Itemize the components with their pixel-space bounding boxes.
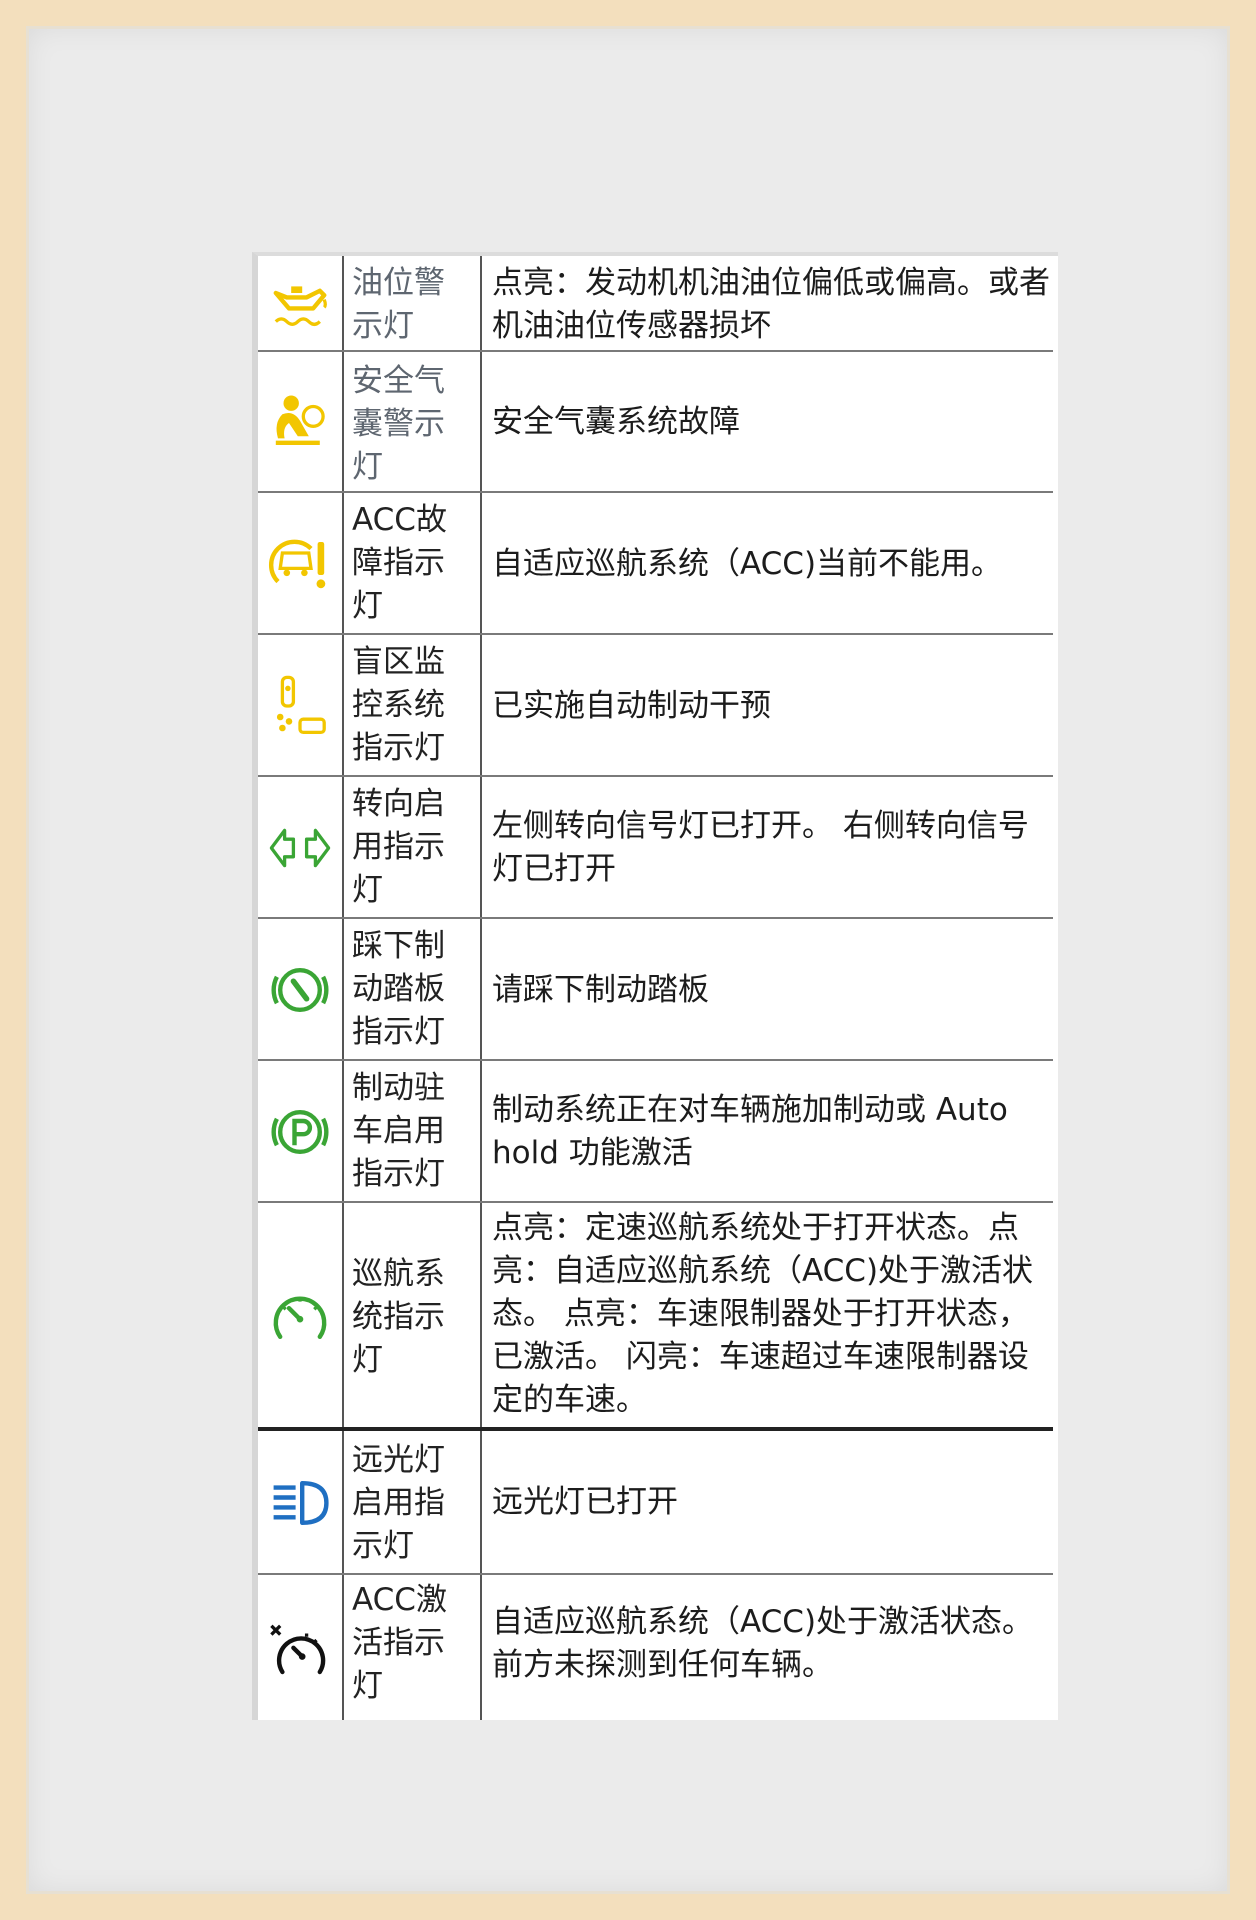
indicator-description: 安全气囊系统故障 [492, 404, 740, 440]
indicator-description: 已实施自动制动干预 [492, 688, 771, 724]
acc-fault-icon [258, 493, 342, 635]
press-brake-pedal-icon [258, 919, 342, 1061]
table-row: 远光灯启用指示灯 远光灯已打开 [258, 1431, 1058, 1575]
airbag-warning-icon [258, 352, 342, 493]
photo-frame: 油位警示灯 点亮：发动机机油油位偏低或偏高。或者机油油位传感器损坏 安全气囊警示… [26, 26, 1230, 1894]
table-row: 巡航系统指示灯 点亮：定速巡航系统处于打开状态。点亮：自适应巡航系统（ACC)处… [258, 1203, 1058, 1431]
indicator-name: 制动驻车启用指示灯 [352, 1070, 445, 1192]
indicator-name: 踩下制动踏板指示灯 [352, 928, 445, 1050]
indicator-name: ACC激活指示灯 [352, 1582, 447, 1704]
indicator-name: 盲区监控系统指示灯 [352, 644, 445, 766]
table-row: 盲区监控系统指示灯 已实施自动制动干预 [258, 635, 1058, 777]
turn-signal-icon [258, 777, 342, 919]
indicator-description: 点亮：发动机机油油位偏低或偏高。或者机油油位传感器损坏 [492, 265, 1050, 344]
indicator-name: 远光灯启用指示灯 [352, 1442, 445, 1564]
indicator-table: 油位警示灯 点亮：发动机机油油位偏低或偏高。或者机油油位传感器损坏 安全气囊警示… [252, 252, 1058, 1720]
cruise-control-icon [258, 1203, 342, 1431]
indicator-description: 制动系统正在对车辆施加制动或 Auto hold 功能激活 [492, 1092, 1008, 1171]
table-row: 踩下制动踏板指示灯 请踩下制动踏板 [258, 919, 1058, 1061]
indicator-description: 左侧转向信号灯已打开。 右侧转向信号灯已打开 [492, 808, 1029, 887]
indicator-name: 安全气囊警示灯 [352, 363, 445, 485]
high-beam-icon [258, 1431, 342, 1575]
table-row: 转向启用指示灯 左侧转向信号灯已打开。 右侧转向信号灯已打开 [258, 777, 1058, 919]
table-row: ACC激活指示灯 自适应巡航系统（ACC)处于激活状态。前方未探测到任何车辆。 [258, 1575, 1058, 1720]
indicator-description: 点亮：定速巡航系统处于打开状态。点亮：自适应巡航系统（ACC)处于激活状态。 点… [492, 1210, 1034, 1418]
indicator-name: ACC故障指示灯 [352, 502, 447, 624]
indicator-description: 自适应巡航系统（ACC)当前不能用。 [492, 546, 1003, 582]
indicator-name: 巡航系统指示灯 [352, 1256, 445, 1378]
indicator-description: 自适应巡航系统（ACC)处于激活状态。前方未探测到任何车辆。 [492, 1604, 1034, 1683]
table-row: 安全气囊警示灯 安全气囊系统故障 [258, 352, 1058, 493]
acc-active-icon [258, 1575, 342, 1720]
table-row: 油位警示灯 点亮：发动机机油油位偏低或偏高。或者机油油位传感器损坏 [258, 256, 1058, 352]
indicator-description: 远光灯已打开 [492, 1484, 678, 1520]
blind-spot-monitor-icon [258, 635, 342, 777]
table-row: 制动驻车启用指示灯 制动系统正在对车辆施加制动或 Auto hold 功能激活 [258, 1061, 1058, 1203]
parking-brake-icon [258, 1061, 342, 1203]
indicator-description: 请踩下制动踏板 [492, 972, 709, 1008]
indicator-name: 油位警示灯 [352, 265, 445, 344]
oil-level-warning-icon [258, 256, 342, 352]
table-row: ACC故障指示灯 自适应巡航系统（ACC)当前不能用。 [258, 493, 1058, 635]
indicator-name: 转向启用指示灯 [352, 786, 445, 908]
